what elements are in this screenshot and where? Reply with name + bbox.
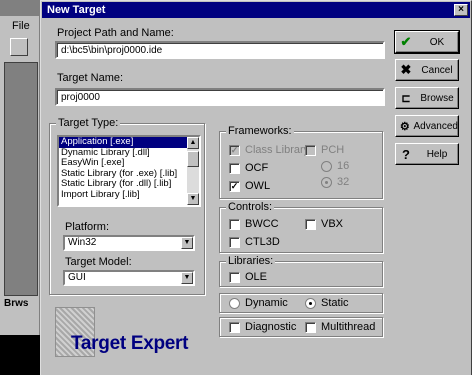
target-name-input[interactable]: proj0000 — [55, 88, 385, 106]
background-window: File Brws — [0, 0, 40, 335]
check-icon: ✔ — [400, 34, 412, 49]
frameworks-label: Frameworks: — [226, 125, 294, 137]
help-button[interactable]: ? Help — [395, 143, 459, 165]
owl-checkbox[interactable]: ✓ OWL — [229, 180, 270, 192]
class-library-checkbox[interactable]: ✓ Class Library — [229, 144, 309, 156]
target-type-label: Target Type: — [56, 117, 121, 129]
logo-text: Target Expert — [71, 333, 189, 354]
project-path-label: Project Path and Name: — [57, 27, 174, 39]
static-radio[interactable]: Static — [305, 297, 349, 309]
x-icon: ✖ — [400, 62, 412, 77]
check-icon: ✓ — [229, 180, 240, 192]
ctl3d-checkbox[interactable]: CTL3D — [229, 236, 280, 248]
target-model-select[interactable]: GUI ▼ — [63, 270, 195, 286]
radio-16-label: 16 — [337, 160, 350, 172]
advanced-button[interactable]: ⚙ Advanced — [395, 115, 459, 137]
target-model-value: GUI — [68, 272, 86, 283]
ole-checkbox[interactable]: OLE — [229, 271, 267, 283]
new-target-dialog: New Target × Project Path and Name: d:\b… — [40, 0, 472, 375]
question-icon: ? — [402, 146, 410, 162]
ok-button[interactable]: ✔ OK — [394, 30, 460, 54]
advanced-icon: ⚙ — [399, 120, 410, 133]
controls-label: Controls: — [226, 201, 275, 213]
background-titlebar — [0, 0, 40, 16]
ok-label: OK — [429, 36, 445, 48]
help-label: Help — [426, 148, 448, 160]
radio-16[interactable]: 16 — [321, 160, 349, 172]
pch-checkbox[interactable]: PCH — [305, 144, 344, 156]
scroll-up-icon[interactable]: ▲ — [187, 137, 199, 149]
folder-icon: ⊏ — [401, 92, 411, 105]
browse-button[interactable]: ⊏ Browse — [395, 87, 459, 109]
diagnostic-checkbox[interactable]: Diagnostic — [229, 321, 296, 333]
diagnostic-label: Diagnostic — [245, 321, 297, 333]
list-scrollbar[interactable]: ▲ ▼ — [187, 137, 199, 205]
bwcc-label: BWCC — [245, 218, 279, 230]
cancel-button[interactable]: ✖ Cancel — [395, 59, 459, 81]
radio-32[interactable]: 32 — [321, 176, 349, 188]
menu-file[interactable]: File — [12, 20, 30, 32]
owl-label: OWL — [245, 180, 271, 192]
list-item[interactable]: Static Library (for .dll) [.lib] — [59, 178, 199, 190]
cancel-label: Cancel — [421, 64, 453, 76]
dynamic-radio[interactable]: Dynamic — [229, 297, 288, 309]
vbx-label: VBX — [321, 218, 344, 230]
chevron-down-icon[interactable]: ▼ — [181, 272, 193, 284]
vbx-checkbox[interactable]: VBX — [305, 218, 343, 230]
pane-tab[interactable]: Brws — [4, 298, 28, 309]
target-expert-logo: Target Expert — [55, 307, 215, 363]
platform-label: Platform: — [65, 221, 110, 233]
scroll-down-icon[interactable]: ▼ — [187, 193, 199, 205]
pch-label: PCH — [321, 144, 345, 156]
static-label: Static — [321, 297, 349, 309]
dialog-titlebar: New Target × — [42, 2, 470, 18]
scroll-thumb[interactable] — [187, 151, 199, 167]
ocf-label: OCF — [245, 162, 269, 174]
multithread-checkbox[interactable]: Multithread — [305, 321, 375, 333]
chevron-down-icon[interactable]: ▼ — [181, 237, 193, 249]
project-path-input[interactable]: d:\bc5\bin\proj0000.ide — [55, 41, 385, 59]
list-item[interactable]: Import Library [.lib] — [59, 189, 199, 201]
list-item[interactable]: EasyWin [.exe] — [59, 157, 199, 169]
radio-32-label: 32 — [337, 176, 350, 188]
close-icon[interactable]: × — [454, 4, 468, 16]
target-type-list[interactable]: Application [.exe] Dynamic Library [.dll… — [57, 135, 201, 207]
ole-label: OLE — [245, 271, 268, 283]
multithread-label: Multithread — [321, 321, 376, 333]
libraries-label: Libraries: — [226, 255, 276, 267]
ctl3d-label: CTL3D — [245, 236, 280, 248]
platform-select[interactable]: Win32 ▼ — [63, 235, 195, 251]
bwcc-checkbox[interactable]: BWCC — [229, 218, 279, 230]
check-icon: ✓ — [229, 144, 240, 156]
dialog-title: New Target — [47, 4, 106, 16]
dynamic-label: Dynamic — [245, 297, 288, 309]
ocf-checkbox[interactable]: OCF — [229, 162, 268, 174]
toolbar-button[interactable] — [10, 38, 28, 56]
target-name-label: Target Name: — [57, 72, 124, 84]
target-model-label: Target Model: — [65, 256, 132, 268]
class-library-label: Class Library — [245, 144, 310, 156]
browse-label: Browse — [420, 92, 454, 104]
advanced-label: Advanced — [413, 120, 458, 132]
list-item[interactable]: Application [.exe] — [59, 137, 199, 148]
project-pane — [4, 62, 38, 296]
platform-value: Win32 — [68, 237, 97, 248]
